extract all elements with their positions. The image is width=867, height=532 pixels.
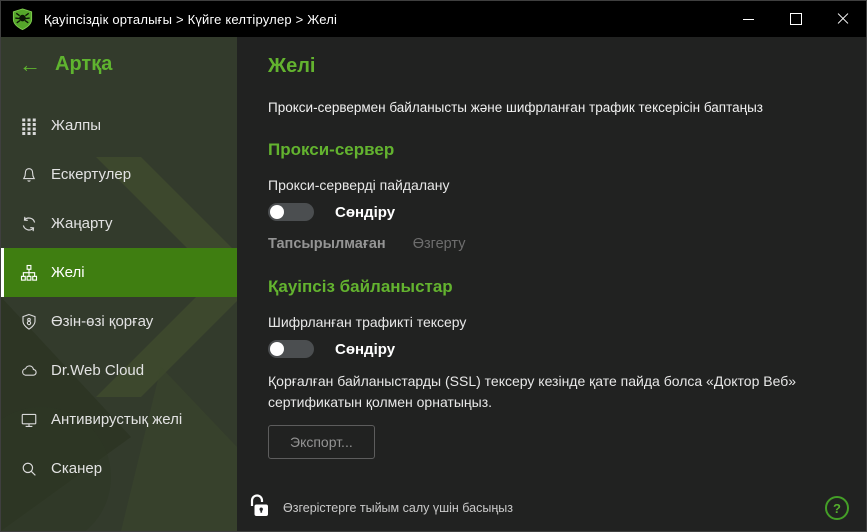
unlock-icon (247, 492, 273, 524)
network-icon (19, 263, 38, 282)
titlebar: Қауіпсіздік орталығы > Күйге келтірулер … (1, 1, 866, 37)
lock-button[interactable]: Өзгерістерге тыйым салу үшін басыңыз (247, 492, 513, 524)
search-icon (19, 459, 38, 478)
ssl-toggle[interactable] (268, 340, 314, 358)
help-button[interactable]: ? (825, 496, 849, 520)
sidebar-item-label: Жалпы (51, 117, 101, 134)
monitor-icon (19, 410, 38, 429)
sidebar-item-label: Dr.Web Cloud (51, 362, 144, 379)
proxy-assigned-status: Тапсырылмаған (268, 236, 386, 252)
sidebar-item-notifications[interactable]: Ескертулер (1, 150, 237, 199)
lock-hint: Өзгерістерге тыйым салу үшін басыңыз (283, 501, 513, 515)
sidebar-item-antivirus-network[interactable]: Антивирустық желі (1, 395, 237, 444)
toggle-knob (270, 342, 284, 356)
proxy-toggle-row: Сөндіру (268, 203, 842, 221)
back-button[interactable]: ← Артқа (19, 53, 237, 76)
sidebar-item-scanner[interactable]: Сканер (1, 444, 237, 493)
minimize-icon (743, 19, 754, 20)
close-icon (836, 12, 850, 26)
network-settings-panel: Желі Прокси-сервермен байланысты және ши… (237, 37, 866, 531)
drweb-settings-window: Қауіпсіздік орталығы > Күйге келтірулер … (0, 0, 867, 532)
sidebar-item-label: Ескертулер (51, 166, 131, 183)
back-label: Артқа (55, 53, 112, 76)
minimize-button[interactable] (725, 1, 772, 37)
sidebar-item-update[interactable]: Жаңарту (1, 199, 237, 248)
toggle-knob (270, 205, 284, 219)
page-description: Прокси-сервермен байланысты және шифрлан… (268, 100, 842, 115)
bell-icon (19, 165, 38, 184)
page-title: Желі (268, 55, 842, 78)
ssl-toggle-state: Сөндіру (335, 341, 395, 358)
refresh-icon (19, 214, 38, 233)
sidebar-item-drweb-cloud[interactable]: Dr.Web Cloud (1, 346, 237, 395)
cloud-icon (19, 361, 38, 380)
maximize-icon (790, 13, 802, 25)
export-button[interactable]: Экспорт... (268, 425, 375, 459)
sidebar-item-label: Жаңарту (51, 215, 113, 232)
proxy-assignment-row: Тапсырылмаған Өзгерту (268, 236, 842, 252)
shield-icon (19, 312, 38, 331)
back-arrow-icon: ← (19, 54, 41, 76)
ssl-check-label: Шифрланған трафикті тексеру (268, 314, 842, 330)
sidebar-item-network[interactable]: Желі (1, 248, 237, 297)
settings-footer: Өзгерістерге тыйым салу үшін басыңыз ? (237, 485, 866, 531)
drweb-logo-icon (11, 8, 34, 31)
section-heading-secure-connections: Қауіпсіз байланыстар (268, 277, 842, 297)
ssl-toggle-row: Сөндіру (268, 340, 842, 358)
maximize-button[interactable] (772, 1, 819, 37)
breadcrumb: Қауіпсіздік орталығы > Күйге келтірулер … (44, 12, 337, 27)
proxy-toggle-state: Сөндіру (335, 204, 395, 221)
close-button[interactable] (819, 1, 866, 37)
ssl-certificate-note: Қорғалған байланыстарды (SSL) тексеру ке… (268, 371, 842, 413)
sidebar-item-label: Өзін-өзі қорғау (51, 313, 153, 330)
sidebar-item-label: Сканер (51, 460, 102, 477)
sidebar-item-label: Антивирустық желі (51, 411, 182, 428)
settings-sidebar: ← Артқа Жалпы (1, 37, 237, 531)
sidebar-item-label: Желі (51, 264, 85, 281)
proxy-change-link[interactable]: Өзгерту (413, 236, 466, 252)
proxy-use-label: Прокси-серверді пайдалану (268, 177, 842, 193)
sidebar-nav: Жалпы Ескертулер (1, 101, 237, 493)
sidebar-item-general[interactable]: Жалпы (1, 101, 237, 150)
sidebar-item-self-protection[interactable]: Өзін-өзі қорғау (1, 297, 237, 346)
window-controls (725, 1, 866, 37)
window-body: ← Артқа Жалпы (1, 37, 866, 531)
grid-icon (19, 116, 38, 135)
section-heading-proxy: Прокси-сервер (268, 140, 842, 160)
proxy-toggle[interactable] (268, 203, 314, 221)
